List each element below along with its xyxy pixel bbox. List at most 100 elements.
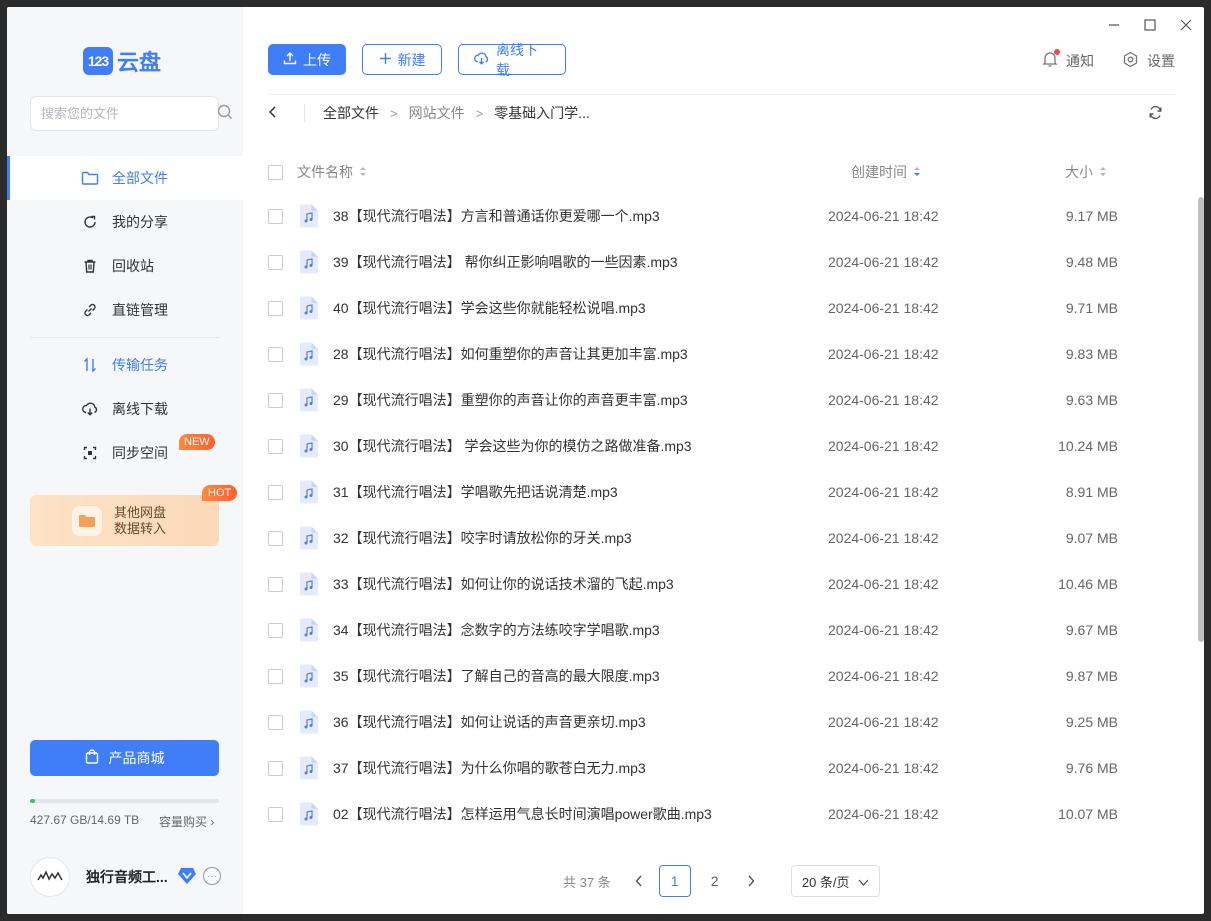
product-store-button[interactable]: 产品商城 [30,740,219,776]
maximize-icon[interactable] [1132,13,1168,37]
row-checkbox[interactable] [268,438,283,454]
prev-page-icon[interactable] [623,875,655,887]
table-row[interactable]: 32【现代流行唱法】咬字时请放松你的牙关.mp3 2024-06-21 18:4… [268,515,1175,561]
upload-button[interactable]: 上传 [268,44,346,75]
sidebar-item-transfer[interactable]: 传输任务 [7,343,243,387]
shopping-bag-icon [85,749,99,767]
new-badge: NEW [179,434,215,450]
file-name: 33【现代流行唱法】如何让你的说话技术溜的飞起.mp3 [333,576,674,592]
sidebar-item-offline-download[interactable]: 离线下载 [7,387,243,431]
table-row[interactable]: 30【现代流行唱法】 学会这些为你的模仿之路做准备.mp3 2024-06-21… [268,423,1175,469]
row-checkbox[interactable] [268,714,283,730]
chevron-down-icon [858,874,869,889]
file-name: 28【现代流行唱法】如何重塑你的声音让其更加丰富.mp3 [333,346,688,362]
logo-text: 云盘 [117,50,162,75]
select-all-checkbox[interactable] [268,164,283,180]
file-name: 02【现代流行唱法】怎样运用气息长时间演唱power歌曲.mp3 [333,806,712,822]
audio-file-icon [298,342,320,366]
file-created-time: 2024-06-21 18:42 [828,392,939,408]
page-2-button[interactable]: 2 [699,865,731,897]
row-checkbox[interactable] [268,392,283,408]
search-input[interactable] [41,106,217,121]
upload-icon [283,51,297,68]
sidebar-item-sync-space[interactable]: 同步空间 NEW [7,431,243,475]
buy-capacity-link[interactable]: 容量购买 › [159,813,214,830]
table-row[interactable]: 35【现代流行唱法】了解自己的音高的最大限度.mp3 2024-06-21 18… [268,653,1175,699]
row-checkbox[interactable] [268,760,283,776]
row-checkbox[interactable] [268,484,283,500]
sidebar-item-all-files[interactable]: 全部文件 [7,156,243,200]
file-name: 40【现代流行唱法】学会这些你就能轻松说唱.mp3 [333,300,646,316]
row-checkbox[interactable] [268,530,283,546]
audio-file-icon [298,802,320,826]
close-icon[interactable] [1168,13,1204,37]
folder-transfer-icon [72,506,102,536]
row-checkbox[interactable] [268,576,283,592]
breadcrumb-level1[interactable]: 网站文件 [409,103,465,123]
folder-icon [81,169,99,187]
table-row[interactable]: 36【现代流行唱法】如何让说话的声音更亲切.mp3 2024-06-21 18:… [268,699,1175,745]
column-size-header[interactable]: 大小 [1065,162,1107,182]
sidebar: 123 云盘 全部文件 我的分享 回收站 直链管理 [7,7,243,914]
breadcrumb-root[interactable]: 全部文件 [323,103,379,123]
row-checkbox[interactable] [268,254,283,270]
new-button[interactable]: 新建 [362,44,442,75]
table-row[interactable]: 28【现代流行唱法】如何重塑你的声音让其更加丰富.mp3 2024-06-21 … [268,331,1175,377]
scrollbar-thumb[interactable] [1198,197,1204,642]
more-options-icon[interactable]: ··· [203,867,221,885]
file-list: 38【现代流行唱法】方言和普通话你更爱哪一个.mp3 2024-06-21 18… [268,193,1175,837]
settings-button[interactable]: 设置 [1122,51,1175,71]
gear-icon [1122,51,1139,71]
sidebar-nav: 全部文件 我的分享 回收站 直链管理 传输任务 离线下载 同步空间 NEW [7,156,243,475]
sidebar-item-recycle-bin[interactable]: 回收站 [7,244,243,288]
table-row[interactable]: 39【现代流行唱法】 帮你纠正影响唱歌的一些因素.mp3 2024-06-21 … [268,239,1175,285]
refresh-icon[interactable] [1148,105,1163,123]
product-store-label: 产品商城 [108,750,165,766]
offline-download-button[interactable]: 离线下载 [458,42,566,78]
notify-button[interactable]: 通知 [1042,49,1094,71]
sidebar-item-label: 同步空间 [112,445,168,461]
back-arrow-icon[interactable] [268,105,286,122]
row-checkbox[interactable] [268,208,283,224]
table-row[interactable]: 33【现代流行唱法】如何让你的说话技术溜的飞起.mp3 2024-06-21 1… [268,561,1175,607]
table-row[interactable]: 29【现代流行唱法】重塑你的声音让你的声音更丰富.mp3 2024-06-21 … [268,377,1175,423]
file-created-time: 2024-06-21 18:42 [828,484,939,500]
table-row[interactable]: 31【现代流行唱法】学唱歌先把话说清楚.mp3 2024-06-21 18:42… [268,469,1175,515]
column-time-header[interactable]: 创建时间 [851,162,921,182]
scrollbar[interactable] [1198,197,1204,837]
share-icon [81,213,99,231]
file-size: 10.07 MB [1058,806,1118,822]
breadcrumb-separator [304,104,305,122]
cloud-download-icon [81,400,99,418]
row-checkbox[interactable] [268,806,283,822]
file-created-time: 2024-06-21 18:42 [828,530,939,546]
row-checkbox[interactable] [268,346,283,362]
minimize-icon[interactable] [1096,13,1132,37]
data-import-promo[interactable]: 其他网盘 数据转入 HOT [30,485,238,546]
row-checkbox[interactable] [268,668,283,684]
table-row[interactable]: 02【现代流行唱法】怎样运用气息长时间演唱power歌曲.mp3 2024-06… [268,791,1175,837]
table-row[interactable]: 38【现代流行唱法】方言和普通话你更爱哪一个.mp3 2024-06-21 18… [268,193,1175,239]
column-name-header[interactable]: 文件名称 [297,162,367,182]
search-icon[interactable] [217,104,233,123]
breadcrumb-current: 零基础入门学... [494,105,590,121]
storage-progress-bar [30,799,219,803]
next-page-icon[interactable] [735,875,767,887]
sidebar-item-my-share[interactable]: 我的分享 [7,200,243,244]
file-created-time: 2024-06-21 18:42 [828,714,939,730]
audio-file-icon [298,388,320,412]
user-profile[interactable]: 独行音频工... ··· [30,857,230,897]
sidebar-item-direct-link[interactable]: 直链管理 [7,288,243,332]
search-box[interactable] [30,96,232,131]
row-checkbox[interactable] [268,300,283,316]
avatar[interactable] [30,857,70,897]
table-row[interactable]: 40【现代流行唱法】学会这些你就能轻松说唱.mp3 2024-06-21 18:… [268,285,1175,331]
page-1-button[interactable]: 1 [658,865,691,897]
row-checkbox[interactable] [268,622,283,638]
page-size-select[interactable]: 20 条/页 [790,865,880,897]
table-row[interactable]: 34【现代流行唱法】念数字的方法练咬字学唱歌.mp3 2024-06-21 18… [268,607,1175,653]
audio-file-icon [298,296,320,320]
file-size: 9.07 MB [1065,530,1118,546]
table-header: 文件名称 创建时间 大小 [268,162,1175,182]
table-row[interactable]: 37【现代流行唱法】为什么你唱的歌苍白无力.mp3 2024-06-21 18:… [268,745,1175,791]
